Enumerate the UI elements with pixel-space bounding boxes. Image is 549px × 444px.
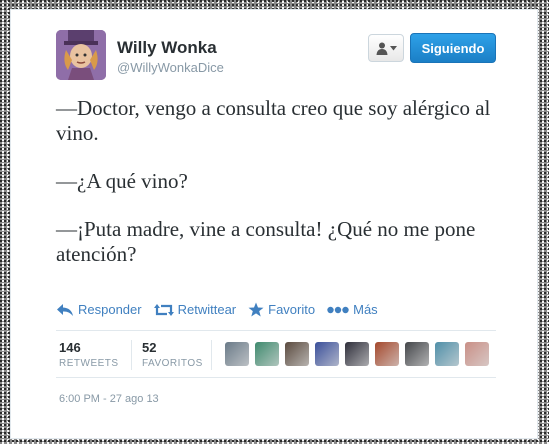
retweets-label: RETWEETS xyxy=(59,358,119,369)
tweet-text: —Doctor, vengo a consulta creo que soy a… xyxy=(56,96,496,290)
tweet-actions: Responder Retwittear Favorito Más xyxy=(56,302,390,317)
willy-wonka-avatar[interactable] xyxy=(56,30,106,80)
tweet-paragraph: —¿A qué vino? xyxy=(56,169,188,193)
favorites-label: FAVORITOS xyxy=(142,358,203,369)
favoriter-avatar[interactable] xyxy=(285,342,309,366)
retweet-label: Retwittear xyxy=(177,302,237,317)
favoriter-avatar[interactable] xyxy=(255,342,279,366)
favoriter-avatar[interactable] xyxy=(465,342,489,366)
avatar-image xyxy=(56,30,106,80)
favoriter-avatar[interactable] xyxy=(405,342,429,366)
user-handle[interactable]: @WillyWonkaDice xyxy=(117,60,224,75)
more-label: Más xyxy=(353,302,378,317)
more-button[interactable]: Más xyxy=(327,302,378,317)
stats-separator xyxy=(211,340,212,370)
tweet-timestamp[interactable]: 6:00 PM - 27 ago 13 xyxy=(59,393,159,405)
retweets-count: 146 xyxy=(59,340,81,355)
divider xyxy=(56,377,496,378)
divider xyxy=(56,330,496,331)
favoriters-avatars xyxy=(225,342,495,366)
favoriter-avatar[interactable] xyxy=(225,342,249,366)
user-icon xyxy=(376,42,387,55)
favorites-count: 52 xyxy=(142,340,157,355)
reply-button[interactable]: Responder xyxy=(56,302,142,317)
favorite-button[interactable]: Favorito xyxy=(248,302,315,317)
stats-separator xyxy=(131,340,132,370)
retweets-stat[interactable]: 146 RETWEETS xyxy=(59,340,119,369)
reply-arrow-icon xyxy=(57,303,73,316)
user-actions-button[interactable] xyxy=(368,34,404,62)
tweet-card: Willy Wonka @WillyWonkaDice Siguiendo —D… xyxy=(10,9,538,439)
reply-label: Responder xyxy=(78,302,142,317)
chevron-down-icon xyxy=(389,45,397,50)
favoriter-avatar[interactable] xyxy=(345,342,369,366)
star-icon xyxy=(248,302,264,317)
favorite-label: Favorito xyxy=(268,302,316,317)
tweet-paragraph: —¡Puta madre, vine a consulta! ¿Qué no m… xyxy=(56,217,476,266)
favoriter-avatar[interactable] xyxy=(435,342,459,366)
dots-icon xyxy=(327,306,349,313)
tweet-paragraph: —Doctor, vengo a consulta creo que soy a… xyxy=(56,96,491,145)
favorites-stat[interactable]: 52 FAVORITOS xyxy=(142,340,203,369)
favoriter-avatar[interactable] xyxy=(375,342,399,366)
following-button[interactable]: Siguiendo xyxy=(410,33,496,63)
favoriter-avatar[interactable] xyxy=(315,342,339,366)
user-name[interactable]: Willy Wonka xyxy=(117,38,217,58)
retweet-button[interactable]: Retwittear xyxy=(153,302,237,317)
retweet-icon xyxy=(153,303,174,316)
